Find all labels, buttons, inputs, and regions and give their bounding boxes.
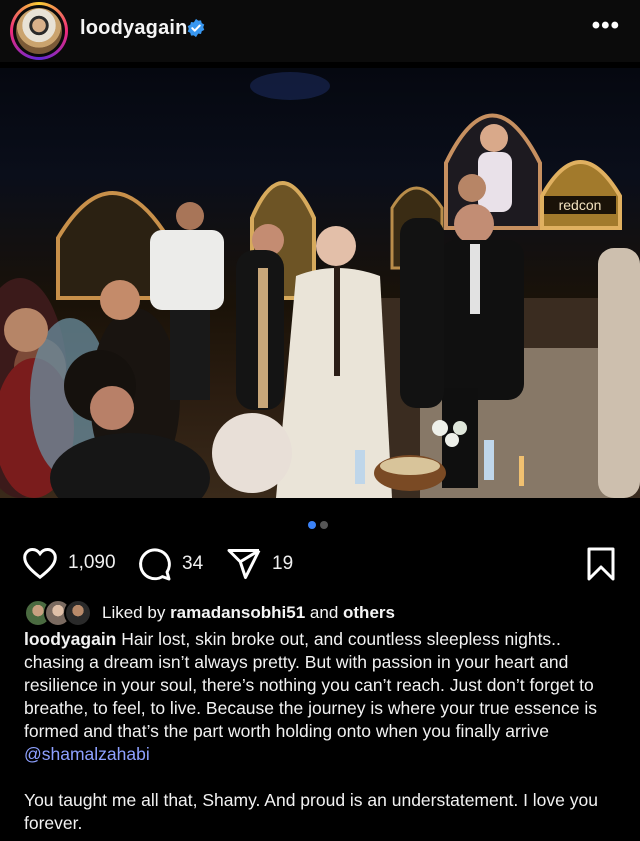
comment-action: 34 (136, 546, 203, 582)
comments-count[interactable]: 34 (182, 553, 203, 575)
liked-by-row[interactable]: Liked by ramadansobhi51 and others (24, 598, 395, 628)
carousel-indicator (308, 516, 332, 529)
event-photo-illustration: redcon (0, 72, 640, 498)
liked-by-others[interactable]: others (343, 603, 395, 623)
verified-badge-icon (187, 18, 205, 38)
caption-username[interactable]: loodyagain (24, 629, 116, 649)
post-header: loodyagain ••• (0, 0, 640, 62)
bookmark-icon[interactable] (586, 546, 616, 582)
share-action: 19 (226, 546, 293, 582)
liked-by-prefix: Liked by (102, 603, 166, 622)
carousel-dot (320, 521, 328, 529)
more-options-icon[interactable]: ••• (592, 14, 620, 38)
comment-icon[interactable] (136, 546, 172, 582)
caption-mention[interactable]: @shamalzahabi (24, 744, 150, 764)
liked-by-avatars (24, 599, 94, 627)
liker-avatar (64, 599, 92, 627)
post-username[interactable]: loodyagain (80, 17, 188, 40)
heart-icon[interactable] (22, 546, 58, 580)
caption-text-2: You taught me all that, Shamy. And proud… (24, 790, 598, 833)
profile-avatar[interactable] (10, 2, 68, 60)
carousel-dot-active (308, 521, 316, 529)
like-action: 1,090 (22, 546, 116, 580)
avatar-image (16, 8, 62, 54)
action-bar: 1,090 34 19 (0, 540, 640, 584)
shares-count[interactable]: 19 (272, 553, 293, 575)
post-caption: loodyagain Hair lost, skin broke out, an… (24, 628, 620, 835)
likes-count[interactable]: 1,090 (68, 552, 116, 574)
liked-by-and: and (309, 603, 339, 622)
venue-sign-text: redcon (559, 197, 602, 213)
liked-by-user[interactable]: ramadansobhi51 (170, 603, 305, 623)
share-icon[interactable] (226, 546, 262, 582)
post-photo[interactable]: redcon (0, 68, 640, 498)
